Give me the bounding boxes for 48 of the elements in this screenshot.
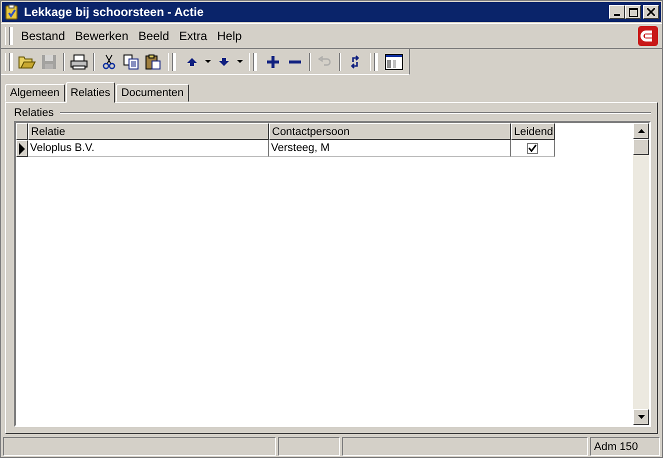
refresh-icon [350, 54, 360, 68]
group-title: Relaties [14, 107, 54, 119]
table-cell: Veloplus B.V. [28, 140, 269, 157]
scroll-down-button[interactable] [633, 409, 649, 425]
column-header[interactable]: Leidend [511, 123, 555, 140]
plus-icon [266, 56, 279, 68]
maximize-icon [628, 8, 638, 16]
maximize-button[interactable] [625, 5, 641, 19]
arrow-up-icon [186, 56, 198, 68]
toolbar-grip[interactable] [168, 52, 174, 70]
status-panel: Adm 150 [590, 437, 660, 456]
toolbar-grip[interactable] [248, 52, 254, 70]
paste-icon [145, 54, 162, 70]
undo-icon [318, 56, 332, 68]
tab[interactable]: Relaties [66, 82, 116, 103]
menu-bar-grip[interactable] [5, 27, 10, 45]
menu-item[interactable]: Beeld [133, 29, 174, 43]
caret-icon [205, 60, 212, 64]
table-cell: Versteeg, M [269, 140, 511, 157]
logo-icon [638, 26, 658, 46]
printer-icon [70, 54, 88, 70]
minimize-button[interactable] [609, 5, 625, 19]
menu-item[interactable]: Extra [174, 29, 212, 43]
caret-icon [236, 60, 243, 64]
arrow-down-icon [218, 56, 230, 68]
menu-item[interactable]: Bewerken [70, 29, 134, 43]
arrow-up-icon [638, 129, 644, 133]
column-header[interactable]: Contactpersoon [269, 123, 511, 140]
window-layout-icon [384, 54, 403, 70]
column-header[interactable]: Relatie [28, 123, 269, 140]
scissors-icon [102, 54, 116, 70]
scrollbar[interactable] [633, 123, 649, 425]
scroll-thumb[interactable] [633, 139, 649, 155]
arrow-down-icon [638, 415, 644, 419]
toolbar-grip[interactable] [5, 52, 10, 70]
toolbar-grip[interactable] [370, 52, 375, 70]
checkbox[interactable] [527, 142, 538, 154]
close-icon [647, 8, 655, 16]
folder-icon [18, 54, 36, 70]
copy-icon [123, 54, 140, 70]
close-button[interactable] [643, 5, 659, 19]
scroll-up-button[interactable] [633, 123, 649, 139]
menu-item[interactable]: Bestand [16, 29, 70, 43]
window-title: Lekkage bij schoorsteen - Actie [24, 5, 205, 19]
tab[interactable]: Algemeen [5, 84, 65, 102]
tab[interactable]: Documenten [116, 84, 189, 102]
clipboard-icon [4, 4, 20, 20]
menu-item[interactable]: Help [212, 29, 247, 43]
